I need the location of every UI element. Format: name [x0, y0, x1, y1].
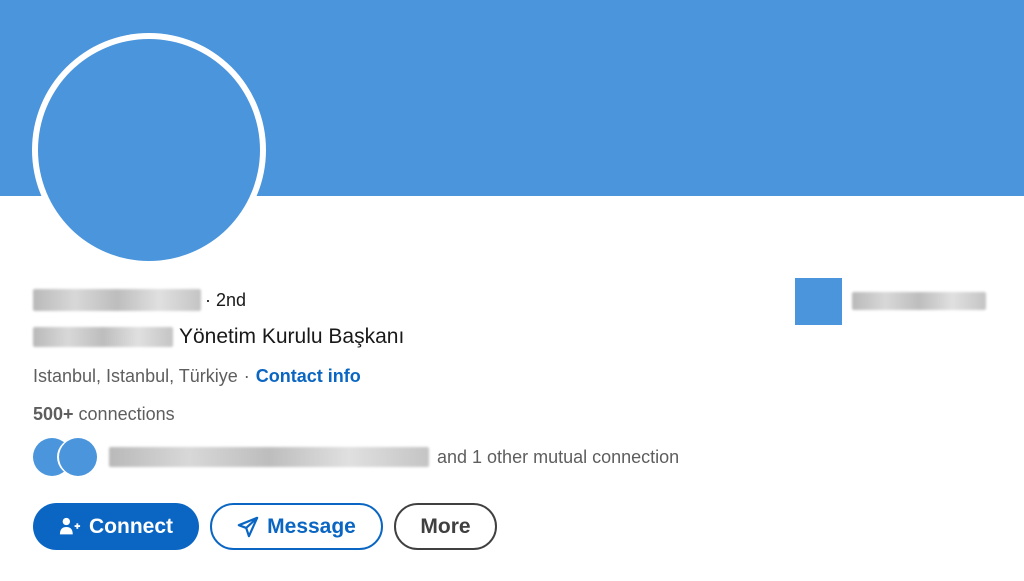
more-button[interactable]: More — [394, 503, 497, 550]
add-person-icon — [59, 517, 81, 534]
connect-button[interactable]: Connect — [33, 503, 199, 550]
headline-company-redacted — [33, 327, 173, 347]
connections-count[interactable]: 500+ connections — [33, 402, 175, 426]
headline-row: Yönetim Kurulu Başkanı — [33, 323, 404, 351]
mutual-connections[interactable]: and 1 other mutual connection — [33, 437, 679, 477]
mutual-names-redacted — [109, 447, 429, 467]
location-row: Istanbul, Istanbul, Türkiye · Contact in… — [33, 364, 361, 388]
message-label: Message — [267, 514, 356, 538]
name-row: · 2nd — [33, 288, 246, 312]
contact-info-link[interactable]: Contact info — [256, 366, 361, 387]
mutual-connections-text: and 1 other mutual connection — [437, 446, 680, 467]
mutual-avatars — [33, 437, 99, 477]
more-label: More — [420, 514, 471, 538]
connections-label: connections — [78, 403, 175, 424]
mutual-avatar — [59, 438, 97, 476]
profile-headline: Yönetim Kurulu Başkanı — [179, 325, 405, 348]
connections-number: 500+ — [33, 403, 74, 424]
profile-avatar[interactable] — [38, 39, 260, 261]
connect-label: Connect — [89, 514, 173, 538]
profile-location: Istanbul, Istanbul, Türkiye — [33, 365, 238, 386]
profile-name-redacted — [33, 289, 201, 311]
message-button[interactable]: Message — [210, 503, 383, 550]
location-separator: · — [243, 365, 250, 386]
connection-degree: · 2nd — [205, 289, 247, 310]
company-name-redacted[interactable] — [852, 292, 986, 310]
send-icon — [237, 516, 259, 537]
company-logo[interactable] — [795, 278, 842, 325]
